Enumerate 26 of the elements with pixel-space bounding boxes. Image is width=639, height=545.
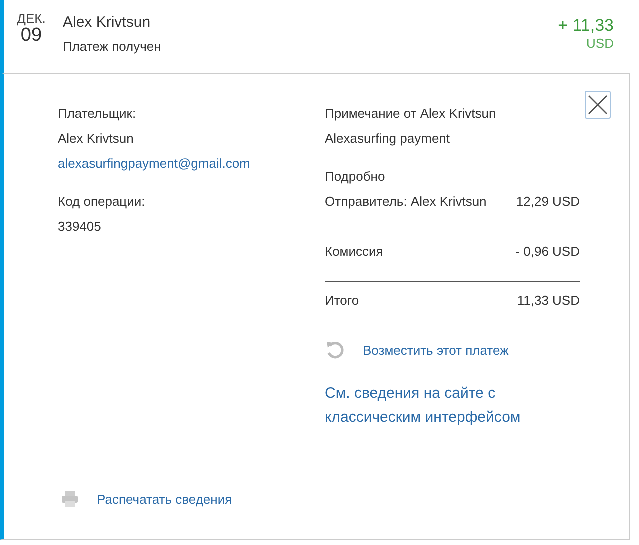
payer-name: Alex Krivtsun (58, 130, 135, 148)
detail-label: Комиссия (325, 243, 384, 261)
currency: USD (586, 36, 614, 51)
refund-link[interactable]: Возместить этот платеж (363, 342, 509, 358)
date-day: 09 (20, 26, 42, 46)
payment-amount: + 11,33 (558, 16, 614, 36)
email-link[interactable]: alexasurfingpayment@gmail.com (58, 151, 325, 176)
payment-status: Платеж получен (63, 39, 162, 54)
note-text: Alexasurfing payment (325, 130, 452, 148)
detail-label: Итого (325, 292, 360, 310)
detail-label: Отправитель: Alex Krivtsun (325, 193, 487, 211)
payer-label: Плательщик: (58, 105, 138, 123)
payer-name: Alex Krivtsun (63, 14, 152, 31)
note-label: Примечание от Alex Krivtsun (325, 105, 498, 123)
operation-code: 339405 (58, 218, 102, 236)
detail-amount: 11,33 USD (517, 292, 580, 310)
close-icon[interactable] (585, 91, 611, 119)
print-link[interactable]: Распечатать сведения (97, 492, 232, 506)
date-month: ДЕК. (17, 11, 46, 26)
undo-icon (325, 340, 345, 360)
classic-site-link[interactable]: См. сведения на сайте с классическим интерфейсом (325, 382, 545, 430)
detail-amount: 12,29 USD (516, 193, 580, 211)
operation-label: Код операции: (58, 193, 146, 211)
detail-amount: - 0,96 USD (516, 243, 580, 261)
details-title: Подробно (325, 168, 386, 186)
printer-icon (62, 491, 78, 507)
